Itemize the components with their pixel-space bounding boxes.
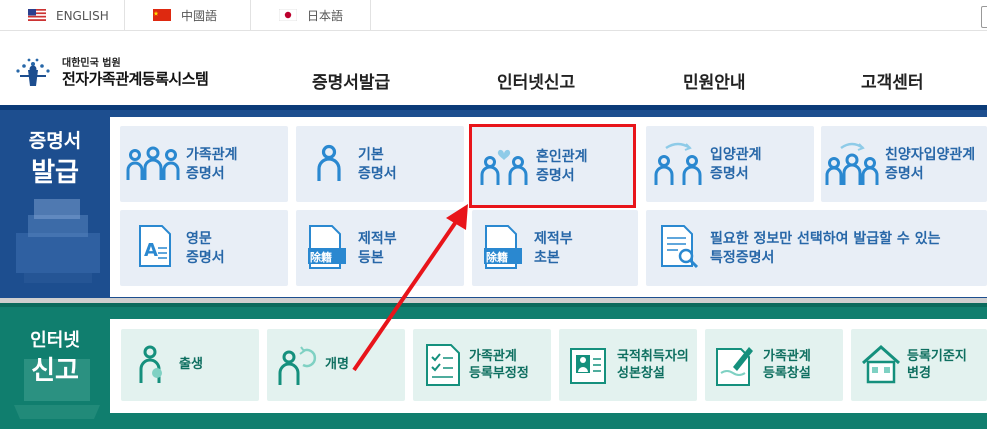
- language-bar: ENGLISH 中國語 日本語: [0, 0, 987, 31]
- logo-title: 전자가족관계등록시스템: [62, 70, 209, 88]
- tile-family-relation-cert[interactable]: 가족관계 증명서: [120, 126, 288, 202]
- lang-english-label: ENGLISH: [56, 8, 109, 23]
- tile-basic-cert[interactable]: 기본 증명서: [296, 126, 464, 202]
- utility-box[interactable]: [981, 6, 987, 28]
- house-icon: [862, 344, 900, 384]
- nav-civil-guide[interactable]: 민원안내: [683, 68, 746, 93]
- svg-text:A: A: [144, 240, 158, 261]
- tile-label-line1: 필요한 정보만 선택하여 발급할 수 있는: [710, 231, 941, 247]
- tile-label-line2: 증명서: [358, 166, 397, 182]
- tile-label-line2: 변경: [907, 366, 931, 381]
- certificate-section-title-1: 증명서: [28, 130, 82, 152]
- tile-full-adoption-cert[interactable]: 친양자입양관계 증명서: [821, 126, 987, 202]
- tile-label-line2: 특정증명서: [710, 250, 775, 266]
- person-icon: [317, 144, 341, 181]
- tile-label-line1: 출생: [179, 357, 203, 372]
- tile-label-line2: 증명서: [885, 166, 924, 182]
- tile-label-line1: 기본: [358, 147, 384, 163]
- tile-label-line2: 증명서: [710, 166, 749, 182]
- tile-label-line1: 가족관계: [186, 147, 238, 163]
- tile-birth-report[interactable]: 출생: [121, 329, 259, 401]
- tile-english-cert[interactable]: A 영문 증명서: [120, 210, 288, 286]
- adoption-icon: [654, 142, 702, 185]
- tile-label-line1: 제적부: [534, 231, 573, 247]
- tile-label-line1: 입양관계: [710, 147, 762, 163]
- tile-adoption-cert[interactable]: 입양관계 증명서: [646, 126, 814, 202]
- removed-badge-text: 除籍: [310, 251, 332, 264]
- lang-japanese-label: 日本語: [307, 9, 344, 23]
- logo-subtitle: 대한민국 법원: [62, 58, 121, 69]
- pen-doc-icon: [716, 347, 753, 386]
- printer-illustration-icon: [16, 199, 100, 283]
- tile-base-address-change[interactable]: 등록기준지 변경: [851, 329, 987, 401]
- us-flag-icon: [28, 9, 46, 21]
- lang-japanese-link[interactable]: 日本語: [251, 0, 371, 31]
- tile-register-creation[interactable]: 가족관계 등록창설: [705, 329, 843, 401]
- nav-internet-report[interactable]: 인터넷신고: [497, 68, 575, 93]
- id-card-icon: [570, 348, 606, 384]
- english-doc-icon: A: [139, 225, 171, 267]
- nav-customer-center[interactable]: 고객센터: [861, 68, 924, 93]
- doc-search-icon: [661, 225, 699, 269]
- section-stripe: [0, 105, 987, 110]
- highlight-box: [469, 124, 636, 208]
- tile-label-line1: 영문: [186, 231, 212, 247]
- lang-chinese-link[interactable]: 中國語: [125, 0, 251, 31]
- tile-label-line1: 가족관계: [763, 349, 811, 364]
- court-emblem-icon: [16, 58, 50, 86]
- red-arrow-icon: [352, 204, 468, 372]
- tile-label-line1: 국적취득자의: [617, 349, 689, 364]
- site-logo[interactable]: 대한민국 법원 전자가족관계등록시스템: [10, 50, 240, 94]
- birth-icon: [139, 345, 162, 383]
- china-flag-icon: [153, 9, 171, 21]
- report-section-title-1: 인터넷: [30, 330, 80, 351]
- nav-certificate[interactable]: 증명서발급: [312, 68, 390, 93]
- japan-flag-icon: [279, 9, 297, 21]
- lang-chinese-label: 中國語: [181, 9, 218, 23]
- tile-label-line1: 등록기준지: [907, 349, 967, 364]
- removed-badge-text: 除籍: [486, 251, 508, 264]
- tile-label-line2: 증명서: [186, 166, 225, 182]
- tile-label-line2: 등록창설: [763, 366, 811, 381]
- tile-label-line2: 증명서: [186, 250, 225, 266]
- certificate-section-title-2: 발급: [31, 158, 79, 188]
- lang-english-link[interactable]: ENGLISH: [0, 0, 125, 31]
- report-section-title-2: 신고: [31, 356, 79, 386]
- tile-label-line1: 친양자입양관계: [885, 147, 976, 163]
- tile-specific-cert[interactable]: 필요한 정보만 선택하여 발급할 수 있는 특정증명서: [646, 210, 987, 286]
- tile-removed-register-extract[interactable]: 除籍 제적부 초본: [472, 210, 638, 286]
- tile-label-line2: 초본: [534, 250, 560, 266]
- tile-label-line2: 성본창설: [617, 366, 665, 381]
- tile-naturalized-surname[interactable]: 국적취득자의 성본창설: [559, 329, 697, 401]
- family-arrow-icon: [825, 142, 879, 185]
- section-stripe: [0, 303, 987, 307]
- family-icon: [126, 146, 180, 180]
- rename-icon: [278, 346, 317, 385]
